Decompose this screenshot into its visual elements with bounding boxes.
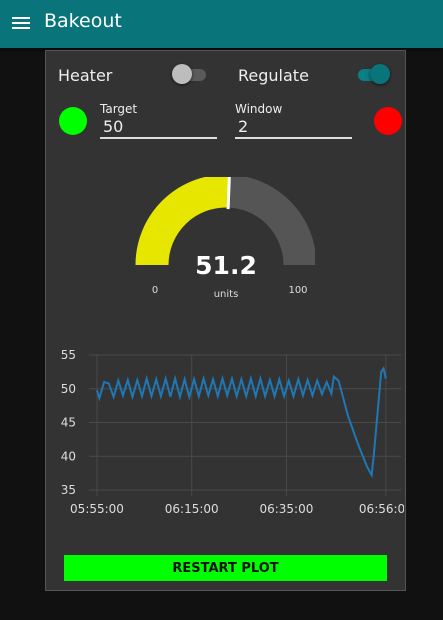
hamburger-menu-icon[interactable] xyxy=(12,14,34,32)
window-field: Window xyxy=(235,102,352,142)
gauge-needle xyxy=(226,173,231,210)
chart-x-tick-label: 06:35:00 xyxy=(259,502,313,516)
chart-x-axis: 05:55:00 06:15:00 06:35:00 06:56:00 xyxy=(70,502,413,516)
gauge-svg: 51.2 units 0 100 xyxy=(135,173,317,300)
page-title: Bakeout xyxy=(44,10,122,32)
status-led-green xyxy=(59,107,87,135)
chart-x-tick-label: 05:55:00 xyxy=(70,502,124,516)
heater-switch-thumb xyxy=(172,64,192,84)
chart-grid xyxy=(89,354,401,496)
heater-switch[interactable] xyxy=(172,63,208,85)
chart-x-tick-label: 06:15:00 xyxy=(165,502,219,516)
gauge: 51.2 units 0 100 xyxy=(135,173,317,300)
regulate-label: Regulate xyxy=(238,66,309,85)
chart-y-tick-label: 45 xyxy=(61,416,76,430)
target-field-label: Target xyxy=(100,102,138,116)
chart-series-line xyxy=(96,366,387,479)
regulate-switch-thumb xyxy=(370,64,390,84)
chart-svg: 55 50 45 40 35 05:55:00 06:15:00 06:35:00 06:56… xyxy=(61,348,413,516)
restart-plot-button[interactable]: RESTART PLOT xyxy=(64,555,387,581)
temperature-chart: 55 50 45 40 35 05:55:00 06:15:00 06:35:00 06:56… xyxy=(54,345,413,525)
chart-y-axis: 55 50 45 40 35 xyxy=(61,348,76,497)
gauge-min-label: 0 xyxy=(152,285,158,296)
chart-y-tick-label: 50 xyxy=(61,382,76,396)
gauge-units: units xyxy=(214,289,239,297)
heater-label: Heater xyxy=(58,66,113,85)
target-input[interactable] xyxy=(100,115,217,139)
chart-y-tick-label: 40 xyxy=(61,449,76,463)
chart-y-tick-label: 55 xyxy=(61,348,76,362)
gauge-max-label: 100 xyxy=(288,285,307,296)
window-input[interactable] xyxy=(235,115,352,139)
chart-y-tick-label: 35 xyxy=(61,483,76,497)
status-led-red xyxy=(374,107,402,135)
target-field: Target xyxy=(100,102,217,142)
regulate-switch[interactable] xyxy=(354,63,390,85)
dashboard-group: Heater Regulate Target Window 51.2 units… xyxy=(45,50,413,591)
gauge-value: 51.2 xyxy=(195,251,257,280)
chart-x-tick-label: 06:56:00 xyxy=(359,502,404,516)
app-toolbar: Bakeout xyxy=(0,0,443,48)
window-field-label: Window xyxy=(235,102,283,116)
